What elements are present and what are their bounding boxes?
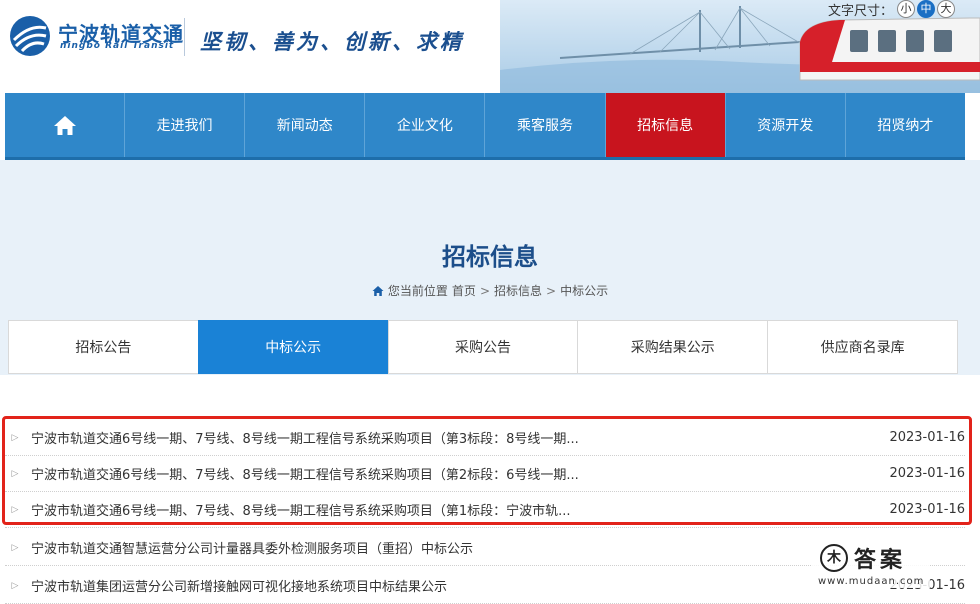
list-item[interactable]: ▷ 宁波市轨道交通6号线一期、7号线、8号线一期工程信号系统采购项目（第2标段：…	[5, 456, 965, 492]
list-item-date: 2023-01-16	[889, 502, 965, 517]
breadcrumb: 您当前位置 首页 > 招标信息 > 中标公示	[0, 282, 980, 299]
font-size-large-button[interactable]: 大	[937, 0, 956, 18]
ningbo-rail-logo	[10, 16, 50, 56]
bullet-icon: ▷	[11, 504, 19, 515]
nav-item-about[interactable]: 走进我们	[125, 93, 246, 157]
bullet-icon: ▷	[11, 468, 19, 479]
list-item-title[interactable]: 宁波市轨道交通6号线一期、7号线、8号线一期工程信号系统采购项目（第3标段：8号…	[25, 428, 865, 447]
slogan: 坚韧、善为、创新、求精	[200, 29, 464, 54]
tab-supplier-directory[interactable]: 供应商名录库	[767, 320, 958, 374]
bullet-icon: ▷	[11, 542, 19, 553]
bullet-icon: ▷	[11, 432, 19, 443]
nav-item-culture[interactable]: 企业文化	[365, 93, 486, 157]
logo-divider	[184, 18, 185, 56]
main-nav: 走进我们 新闻动态 企业文化 乘客服务 招标信息 资源开发 招贤纳才	[5, 93, 965, 160]
logo-name-en: ningbo Rail Transit	[60, 41, 175, 51]
list-item-title[interactable]: 宁波市轨道集团运营分公司新增接触网可视化接地系统项目中标结果公示	[25, 576, 865, 595]
font-size-label: 文字尺寸：	[828, 3, 894, 19]
page-title: 招标信息	[442, 243, 538, 271]
list-item-title[interactable]: 宁波市轨道交通6号线一期、7号线、8号线一期工程信号系统采购项目（第2标段：6号…	[25, 464, 865, 483]
home-icon	[372, 285, 384, 296]
nav-item-bidding[interactable]: 招标信息	[605, 93, 726, 157]
nav-item-passenger[interactable]: 乘客服务	[485, 93, 606, 157]
watermark: 木 答案 www.mudaan.com	[812, 540, 930, 588]
breadcrumb-bidding[interactable]: 招标信息	[494, 282, 542, 299]
nav-home[interactable]	[5, 93, 125, 157]
font-size-small-button[interactable]: 小	[897, 0, 916, 18]
list-item-date: 2023-01-16	[889, 466, 965, 481]
site-header: 宁波轨道交通 ningbo Rail Transit 坚韧、善为、创新、求精 文…	[0, 0, 980, 93]
tab-procurement-result[interactable]: 采购结果公示	[577, 320, 768, 374]
list-item-date: 2023-01-16	[889, 430, 965, 445]
nav-item-news[interactable]: 新闻动态	[245, 93, 366, 157]
nav-item-resources[interactable]: 资源开发	[726, 93, 846, 157]
nav-item-careers[interactable]: 招贤纳才	[846, 93, 965, 157]
font-size-medium-button[interactable]: 中	[917, 0, 936, 18]
tab-procurement-announcement[interactable]: 采购公告	[387, 320, 578, 374]
breadcrumb-home[interactable]: 首页	[452, 282, 476, 299]
list-item-title[interactable]: 宁波市轨道交通智慧运营分公司计量器具委外检测服务项目（重招）中标公示	[25, 538, 865, 557]
bullet-icon: ▷	[11, 580, 19, 591]
breadcrumb-prefix: 您当前位置	[387, 284, 448, 298]
font-size-control: 文字尺寸： 小 中 大	[828, 0, 956, 19]
watermark-logo-icon: 木	[820, 544, 848, 572]
tab-bid-announcement[interactable]: 招标公告	[8, 320, 198, 374]
tab-award-notice[interactable]: 中标公示	[197, 320, 388, 374]
breadcrumb-separator: >	[479, 283, 490, 298]
watermark-text: 答案	[854, 548, 907, 573]
breadcrumb-current: 中标公示	[560, 284, 609, 298]
sub-tabs: 招标公告 中标公示 采购公告 采购结果公示 供应商名录库	[8, 320, 958, 374]
home-icon	[53, 116, 76, 135]
list-item-title[interactable]: 宁波市轨道交通6号线一期、7号线、8号线一期工程信号系统采购项目（第1标段：宁波…	[25, 500, 865, 519]
breadcrumb-separator: >	[546, 283, 557, 298]
list-item[interactable]: ▷ 宁波市轨道交通6号线一期、7号线、8号线一期工程信号系统采购项目（第1标段：…	[5, 492, 965, 528]
list-item[interactable]: ▷ 宁波市轨道交通6号线一期、7号线、8号线一期工程信号系统采购项目（第3标段：…	[5, 420, 965, 456]
watermark-url: www.mudaan.com	[818, 576, 925, 587]
